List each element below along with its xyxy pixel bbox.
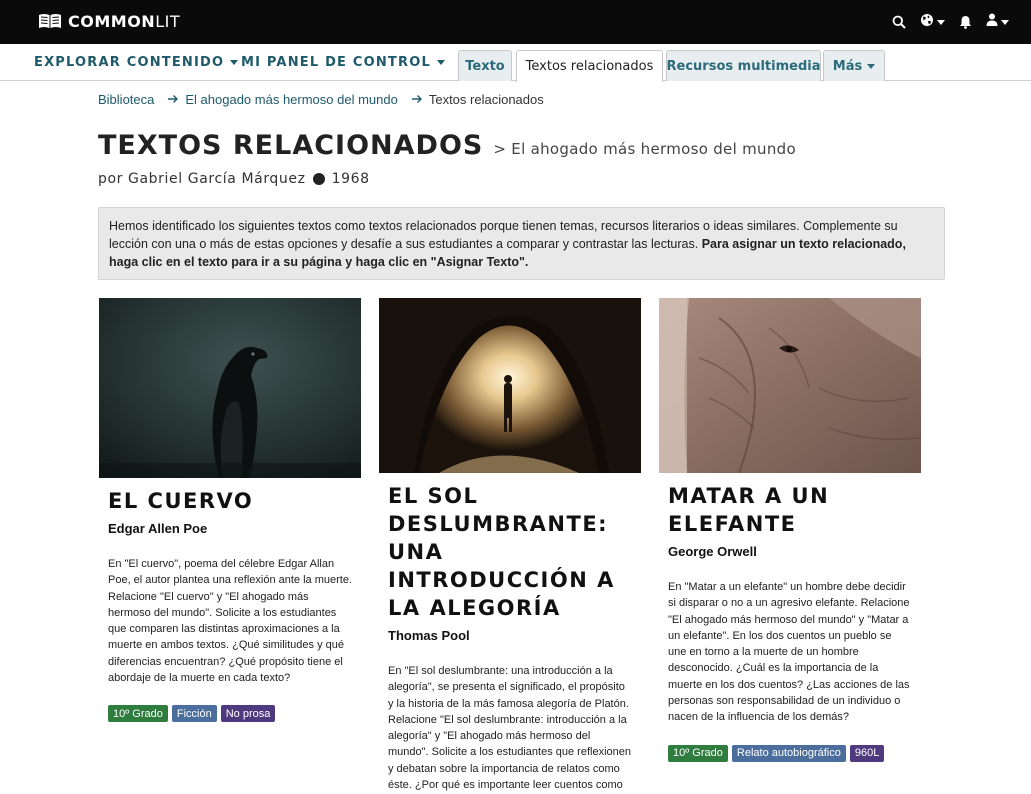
explore-content-label: EXPLORAR CONTENIDO [34, 55, 225, 70]
byline: por Gabriel García Márquez 1968 [98, 171, 370, 187]
chevron-down-icon [1001, 19, 1009, 25]
genre-tag[interactable]: Relato autobiográfico [731, 744, 846, 762]
byline-author: por Gabriel García Márquez [98, 171, 306, 187]
related-text-card[interactable]: EL CUERVO Edgar Allen Poe En "El cuervo"… [99, 298, 361, 723]
user-menu[interactable] [986, 13, 1009, 31]
book-icon [38, 13, 62, 29]
card-title[interactable]: EL CUERVO [99, 487, 361, 515]
page-heading: TEXTOS RELACIONADOS [98, 130, 484, 161]
globe-icon [920, 13, 934, 32]
user-icon [986, 13, 998, 31]
card-title[interactable]: EL SOL DESLUMBRANTE: UNA INTRODUCCIÓN A … [379, 482, 641, 622]
card-author: Thomas Pool [388, 628, 470, 643]
card-description: En "Matar a un elefante" un hombre debe … [668, 581, 910, 724]
search-icon[interactable] [892, 15, 906, 29]
bullet-icon [312, 173, 325, 185]
type-tag[interactable]: No prosa [220, 705, 276, 723]
breadcrumb-biblioteca[interactable]: Biblioteca [98, 92, 154, 107]
card-title[interactable]: MATAR A UN ELEFANTE [659, 482, 921, 538]
raven-photo[interactable] [99, 298, 361, 478]
breadcrumb-text-link[interactable]: El ahogado más hermoso del mundo [185, 92, 397, 107]
tab-label: Recursos multimedia [666, 58, 821, 74]
chevron-down-icon [867, 63, 876, 69]
card-description: En "El sol deslumbrante: una introducció… [388, 665, 631, 792]
logo-text: COMMONLIT [68, 12, 180, 31]
page-title: TEXTOS RELACIONADOS > El ahogado más her… [98, 130, 796, 161]
tab-mas[interactable]: Más [823, 50, 885, 81]
top-bar: COMMONLIT [0, 0, 1031, 44]
chevron-down-icon [230, 60, 239, 65]
card-description: En "El cuervo", poema del célebre Edgar … [108, 558, 352, 685]
commonlit-logo[interactable]: COMMONLIT [38, 11, 180, 31]
genre-tag[interactable]: Ficción [171, 705, 217, 723]
explore-content-menu[interactable]: EXPLORAR CONTENIDO [34, 55, 239, 70]
card-author: Edgar Allen Poe [108, 521, 208, 536]
arrow-right-icon [166, 92, 180, 106]
breadcrumb-current: Textos relacionados [428, 91, 544, 107]
bell-icon[interactable] [959, 15, 972, 29]
secondary-nav: EXPLORAR CONTENIDO MI PANEL DE CONTROL T… [0, 44, 1031, 82]
dashboard-label: MI PANEL DE CONTROL [241, 55, 431, 70]
byline-year: 1968 [331, 171, 370, 187]
card-tags: 10º Grado Relato autobiográfico 960L [659, 744, 921, 762]
dashboard-menu[interactable]: MI PANEL DE CONTROL [241, 55, 445, 70]
breadcrumb: Biblioteca El ahogado más hermoso del mu… [98, 90, 544, 108]
tab-recursos-multimedia[interactable]: Recursos multimedia [666, 50, 821, 81]
related-text-card[interactable]: EL SOL DESLUMBRANTE: UNA INTRODUCCIÓN A … [379, 298, 641, 794]
language-menu[interactable] [920, 13, 945, 32]
tab-texto[interactable]: Texto [458, 50, 512, 81]
chevron-down-icon [937, 19, 945, 25]
info-box: Hemos identificado los siguientes textos… [98, 207, 945, 280]
logo-text-bold: COMMON [68, 11, 156, 31]
page-subtitle: > El ahogado más hermoso del mundo [493, 140, 796, 158]
chevron-down-icon [436, 60, 445, 65]
top-icons [892, 0, 1009, 44]
grade-tag[interactable]: 10º Grado [668, 744, 728, 762]
card-author: George Orwell [668, 544, 757, 559]
tab-label: Texto [465, 58, 505, 74]
tab-label: Más [832, 58, 863, 74]
logo-text-light: LIT [155, 11, 181, 31]
lexile-tag[interactable]: 960L [849, 744, 885, 762]
cave-photo[interactable] [379, 298, 641, 473]
tab-label: Textos relacionados [525, 59, 654, 74]
grade-tag[interactable]: 10º Grado [108, 705, 168, 723]
elephant-photo[interactable] [659, 298, 921, 473]
arrow-right-icon [410, 92, 424, 106]
card-tags: 10º Grado Ficción No prosa [99, 705, 361, 723]
related-text-card[interactable]: MATAR A UN ELEFANTE George Orwell En "Ma… [659, 298, 921, 762]
tab-textos-relacionados[interactable]: Textos relacionados [516, 50, 663, 82]
